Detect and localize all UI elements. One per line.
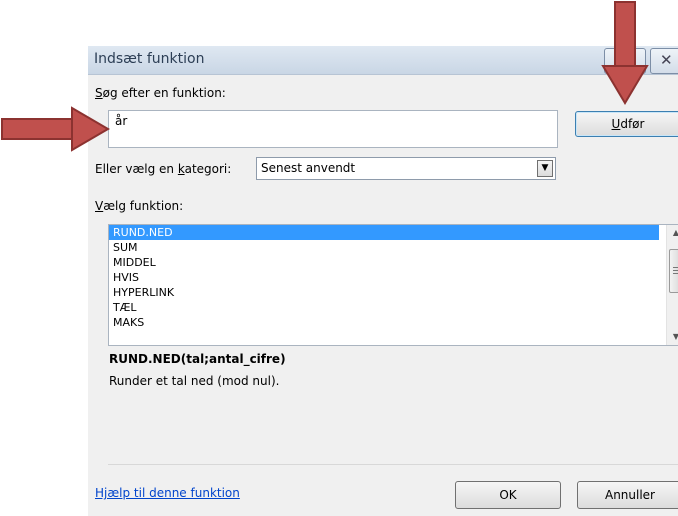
function-list-item[interactable]: RUND.NED [109, 225, 659, 240]
search-input-value: år [115, 114, 128, 128]
close-button[interactable]: ✕ [650, 48, 678, 74]
category-selected-value: Senest anvendt [261, 161, 356, 175]
scroll-down-icon[interactable]: ▼ [667, 329, 678, 345]
dialog-title: Indsæt funktion [94, 51, 205, 67]
help-title-button[interactable] [604, 48, 646, 74]
title-bar: Indsæt funktion ✕ [88, 46, 678, 75]
footer-divider [108, 464, 678, 465]
function-list-items: RUND.NED SUM MIDDEL HVIS HYPERLINK TÆL MAKS [109, 225, 659, 330]
help-link[interactable]: Hjælp til denne funktion [95, 486, 240, 500]
function-list-item[interactable]: TÆL [109, 300, 659, 315]
function-description: Runder et tal ned (mod nul). [109, 374, 280, 388]
cancel-button[interactable]: Annuller [577, 481, 678, 509]
close-icon: ✕ [660, 51, 673, 69]
function-list-item[interactable]: MIDDEL [109, 255, 659, 270]
chevron-down-icon[interactable]: ▼ [537, 160, 553, 177]
list-scrollbar[interactable]: ▲ ▼ [666, 225, 678, 345]
thumb-grip [673, 273, 678, 274]
function-list-item[interactable]: MAKS [109, 315, 659, 330]
ok-button[interactable]: OK [455, 481, 561, 509]
function-list-item[interactable]: SUM [109, 240, 659, 255]
function-listbox[interactable]: RUND.NEDSUMMIDDELHVISHYPERLINKTÆLMAKS ▲ … [108, 224, 678, 346]
go-button[interactable]: Udfør [575, 111, 678, 137]
search-input[interactable]: år [108, 110, 558, 148]
function-list-label: Vælg funktion: [95, 199, 184, 213]
thumb-grip [673, 267, 678, 268]
insert-function-dialog: Indsæt funktion ✕ Søg efter en funktion:… [88, 46, 678, 516]
category-label: Eller vælg en kategori: [95, 162, 232, 176]
function-list-item[interactable]: HYPERLINK [109, 285, 659, 300]
thumb-grip [673, 270, 678, 271]
search-label: Søg efter en funktion: [95, 86, 226, 100]
function-list-item[interactable]: HVIS [109, 270, 659, 285]
scroll-thumb[interactable] [669, 249, 678, 293]
category-select[interactable]: Senest anvendt ▼ [256, 157, 556, 180]
scroll-up-icon[interactable]: ▲ [667, 225, 678, 241]
function-signature: RUND.NED(tal;antal_cifre) [109, 352, 286, 366]
